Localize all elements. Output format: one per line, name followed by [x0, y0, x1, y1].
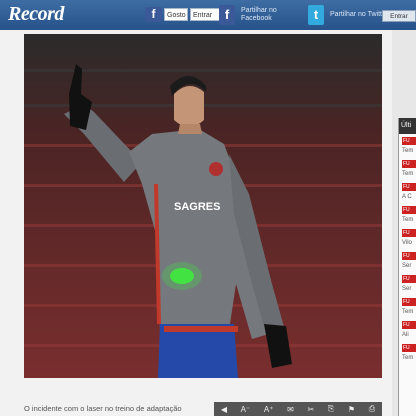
twitter-share[interactable]: t Partilhar no Twitter [308, 4, 390, 26]
article-photo[interactable]: SAGRES [24, 34, 382, 378]
news-title: Vilo [402, 240, 412, 246]
text-smaller-icon[interactable]: A⁻ [241, 405, 251, 414]
news-title: Tem [402, 217, 414, 223]
entrar-small-button[interactable]: Entrar [190, 8, 220, 21]
news-item[interactable]: FU Tem [399, 134, 416, 157]
login-button[interactable]: Entrar [382, 10, 416, 22]
news-tag: FU [402, 321, 416, 329]
twitter-icon: t [308, 5, 324, 25]
news-item[interactable]: FU Vilo [399, 226, 416, 249]
sidebar-heading: Últi [399, 118, 416, 134]
news-title: Tem [402, 171, 414, 177]
news-tag: FU [402, 275, 416, 283]
news-item[interactable]: FU Tem [399, 341, 416, 364]
news-title: Ali [402, 332, 409, 338]
top-bar: Record f Gosto Entrar f Partilhar no Fac… [0, 0, 416, 30]
latest-news-sidebar: Últi FU Tem FU Tem FU A C FU Tem FU Vilo FU Se… [398, 118, 416, 416]
copy-icon[interactable]: ⎘ [328, 404, 334, 414]
photo-caption: O incidente com o laser no treino de ada… [24, 404, 182, 413]
news-title: A C [402, 194, 412, 200]
shirt-sponsor-text: SAGRES [174, 201, 220, 213]
facebook-gadget-icon: f [145, 7, 162, 22]
news-tag: FU [402, 183, 416, 191]
facebook-icon: f [219, 5, 235, 25]
news-tag: FU [402, 298, 416, 306]
text-larger-icon[interactable]: A⁺ [264, 405, 274, 414]
news-title: Ser [402, 263, 412, 269]
news-tag: FU [402, 252, 416, 260]
news-tag: FU [402, 137, 416, 145]
news-tag: FU [402, 160, 416, 168]
news-tag: FU [402, 344, 416, 352]
facebook-share-label: Partilhar no Facebook [241, 7, 277, 22]
photo-illustration: SAGRES [24, 34, 382, 378]
twitter-share-label: Partilhar no Twitter [330, 11, 389, 18]
news-item[interactable]: FU Tem [399, 295, 416, 318]
news-item[interactable]: FU Tem [399, 203, 416, 226]
print-icon[interactable]: ⎙ [369, 404, 375, 414]
news-tag: FU [402, 229, 416, 237]
facebook-share[interactable]: f Partilhar no Facebook [219, 4, 301, 26]
news-title: Tem [402, 355, 414, 361]
news-title: Ser [402, 286, 412, 292]
news-item[interactable]: FU A C [399, 180, 416, 203]
email-icon[interactable]: ✉ [287, 405, 294, 414]
news-tag: FU [402, 206, 416, 214]
news-item[interactable]: FU Ser [399, 249, 416, 272]
flag-icon[interactable]: ⚑ [348, 405, 355, 414]
news-title: Tem [402, 148, 414, 154]
news-item[interactable]: FU Ser [399, 272, 416, 295]
photo-toolbar: ◀ A⁻ A⁺ ✉ ✂ ⎘ ⚑ ⎙ [214, 402, 382, 416]
gosto-button[interactable]: Gosto [164, 8, 188, 21]
record-logo[interactable]: Record [8, 3, 64, 26]
news-item[interactable]: FU Tem [399, 157, 416, 180]
news-title: Tem [402, 309, 414, 315]
news-item[interactable]: FU Ali [399, 318, 416, 341]
cut-icon[interactable]: ✂ [307, 405, 314, 414]
prev-icon[interactable]: ◀ [221, 405, 227, 414]
